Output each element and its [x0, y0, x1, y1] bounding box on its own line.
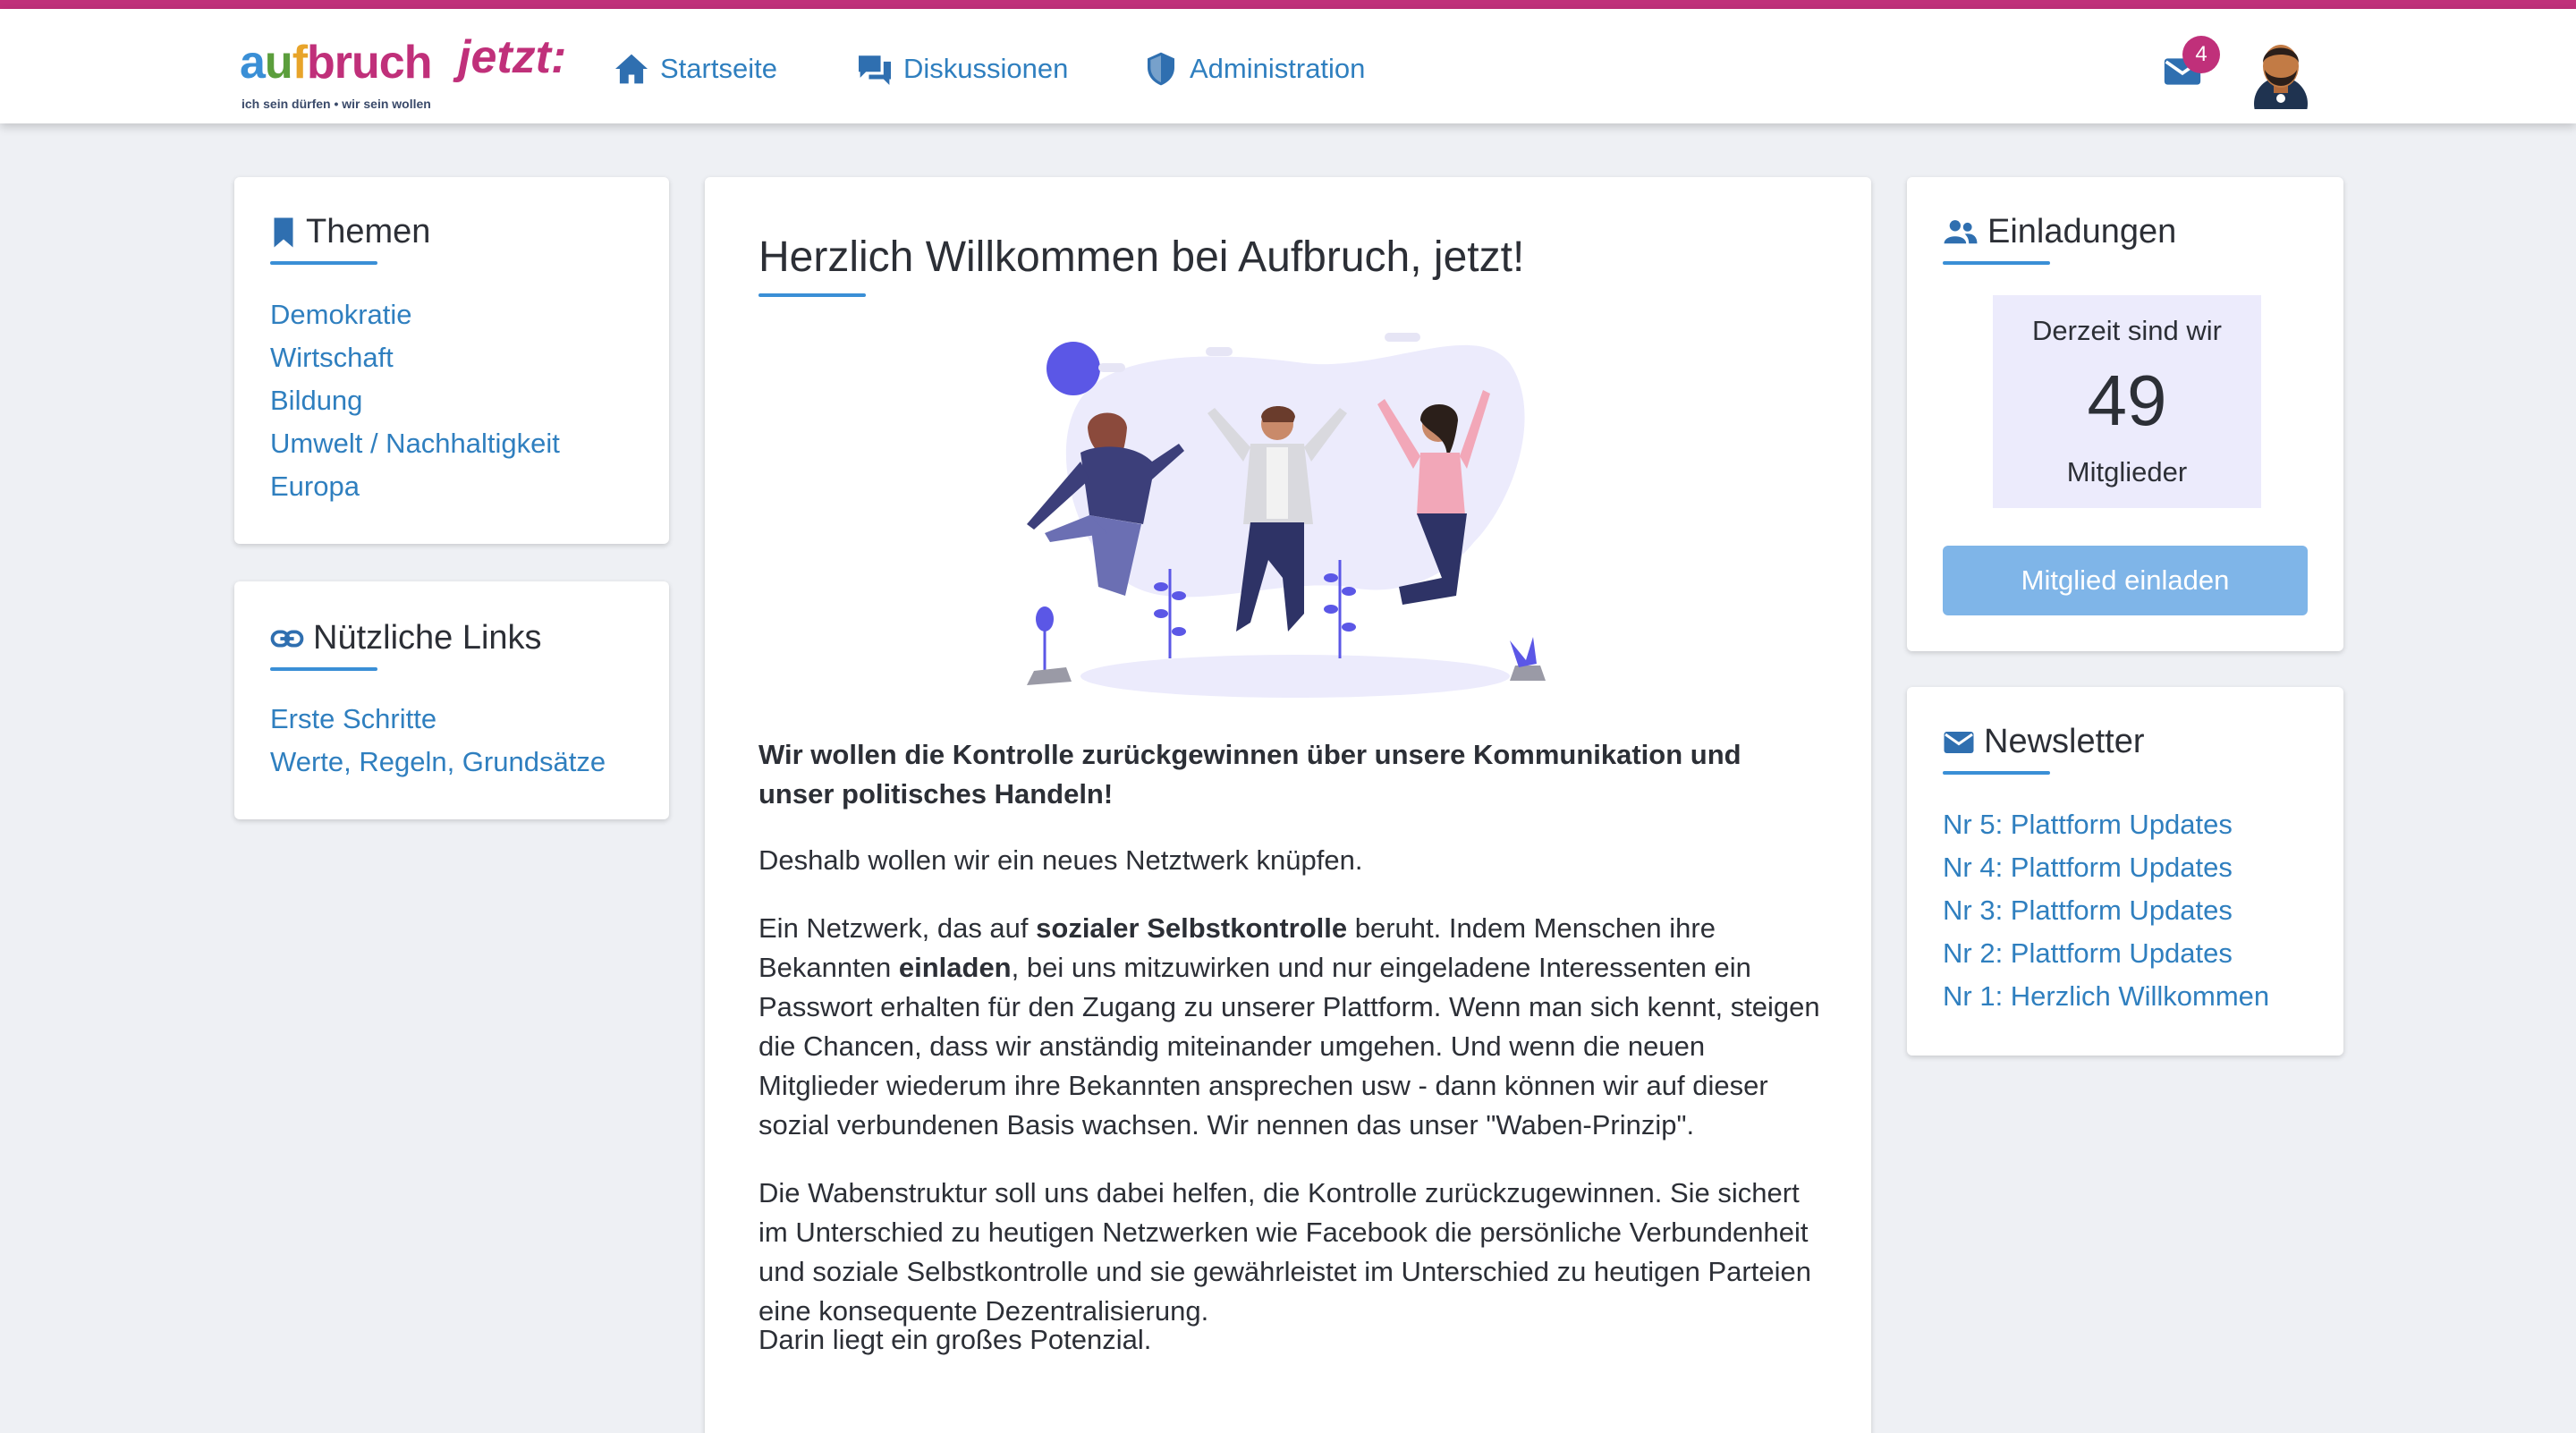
- brand-logo[interactable]: aufbruch jetzt: ich sein dürfen • wir se…: [240, 27, 580, 116]
- home-icon: [615, 54, 648, 84]
- theme-link[interactable]: Umwelt / Nachhaltigkeit: [270, 422, 560, 465]
- member-count-prefix: Derzeit sind wir: [2032, 315, 2222, 346]
- welcome-paragraph-3: Die Wabenstruktur soll uns dabei helfen,…: [758, 1177, 1811, 1327]
- member-count-value: 49: [2087, 360, 2167, 440]
- themes-list: Demokratie Wirtschaft Bildung Umwelt / N…: [270, 293, 560, 508]
- theme-link[interactable]: Bildung: [270, 379, 560, 422]
- welcome-paragraph-1: Deshalb wollen wir ein neues Netztwerk k…: [758, 844, 1363, 876]
- welcome-title: Herzlich Willkommen bei Aufbruch, jetzt!: [758, 233, 1525, 281]
- users-icon: [1944, 219, 1978, 243]
- member-count-box: Derzeit sind wir 49 Mitglieder: [1993, 295, 2261, 508]
- bookmark-icon: [274, 217, 293, 247]
- nav-admin-link[interactable]: Administration: [1143, 47, 1365, 91]
- logo-word: aufbruch: [240, 37, 432, 89]
- nav-home-link[interactable]: Startseite: [614, 47, 777, 91]
- newsletter-card: Newsletter Nr 5: Plattform Updates Nr 4:…: [1907, 687, 2343, 1056]
- jumping-people-illustration: [1027, 333, 1546, 698]
- nav-home-label: Startseite: [660, 53, 777, 84]
- themes-title: Themen: [270, 213, 430, 251]
- chat-icon: [859, 55, 891, 85]
- useful-links-underline: [270, 667, 377, 671]
- newsletter-link[interactable]: Nr 4: Plattform Updates: [1943, 846, 2269, 889]
- member-count-suffix: Mitglieder: [2066, 456, 2188, 488]
- logo-tagline: ich sein dürfen • wir sein wollen: [242, 97, 431, 111]
- newsletter-link[interactable]: Nr 3: Plattform Updates: [1943, 889, 2269, 932]
- useful-link[interactable]: Erste Schritte: [270, 698, 606, 741]
- theme-link[interactable]: Wirtschaft: [270, 336, 560, 379]
- invitations-underline: [1943, 261, 2050, 265]
- welcome-paragraph-4: Darin liegt ein großes Potenzial.: [758, 1324, 1152, 1355]
- invite-member-button[interactable]: Mitglied einladen: [1943, 546, 2308, 615]
- invitations-card: Einladungen Derzeit sind wir 49 Mitglied…: [1907, 177, 2343, 651]
- welcome-title-underline: [758, 293, 866, 297]
- newsletter-underline: [1943, 771, 2050, 775]
- welcome-card: Herzlich Willkommen bei Aufbruch, jetzt!: [705, 177, 1871, 1433]
- shield-icon: [1148, 52, 1174, 86]
- invitations-title: Einladungen: [1943, 213, 2176, 251]
- link-icon: [270, 630, 304, 647]
- messages-count-badge: 4: [2182, 36, 2220, 73]
- newsletter-link[interactable]: Nr 5: Plattform Updates: [1943, 803, 2269, 846]
- useful-links-title: Nützliche Links: [270, 619, 542, 657]
- newsletter-link[interactable]: Nr 1: Herzlich Willkommen: [1943, 975, 2269, 1018]
- themes-card: Themen Demokratie Wirtschaft Bildung Umw…: [234, 177, 669, 544]
- themes-title-underline: [270, 261, 377, 265]
- theme-link[interactable]: Europa: [270, 465, 560, 508]
- mail-icon: [1944, 731, 1974, 753]
- nav-admin-label: Administration: [1190, 53, 1366, 84]
- nav-discussions-link[interactable]: Diskussionen: [857, 47, 1068, 91]
- useful-links-card: Nützliche Links Erste Schritte Werte, Re…: [234, 581, 669, 819]
- top-accent-bar: [0, 0, 2576, 9]
- useful-links-list: Erste Schritte Werte, Regeln, Grundsätze: [270, 698, 606, 784]
- newsletter-link[interactable]: Nr 2: Plattform Updates: [1943, 932, 2269, 975]
- newsletter-list: Nr 5: Plattform Updates Nr 4: Plattform …: [1943, 803, 2269, 1018]
- newsletter-title: Newsletter: [1943, 723, 2145, 761]
- useful-link[interactable]: Werte, Regeln, Grundsätze: [270, 741, 606, 784]
- nav-discussions-label: Diskussionen: [903, 53, 1069, 84]
- logo-jetzt: jetzt:: [458, 31, 567, 83]
- user-avatar[interactable]: [2250, 36, 2311, 131]
- welcome-lead: Wir wollen die Kontrolle zurückgewinnen …: [758, 739, 1741, 810]
- welcome-paragraph-2: Ein Netzwerk, das auf sozialer Selbstkon…: [758, 912, 1820, 1140]
- top-navbar: aufbruch jetzt: ich sein dürfen • wir se…: [0, 9, 2576, 131]
- theme-link[interactable]: Demokratie: [270, 293, 560, 336]
